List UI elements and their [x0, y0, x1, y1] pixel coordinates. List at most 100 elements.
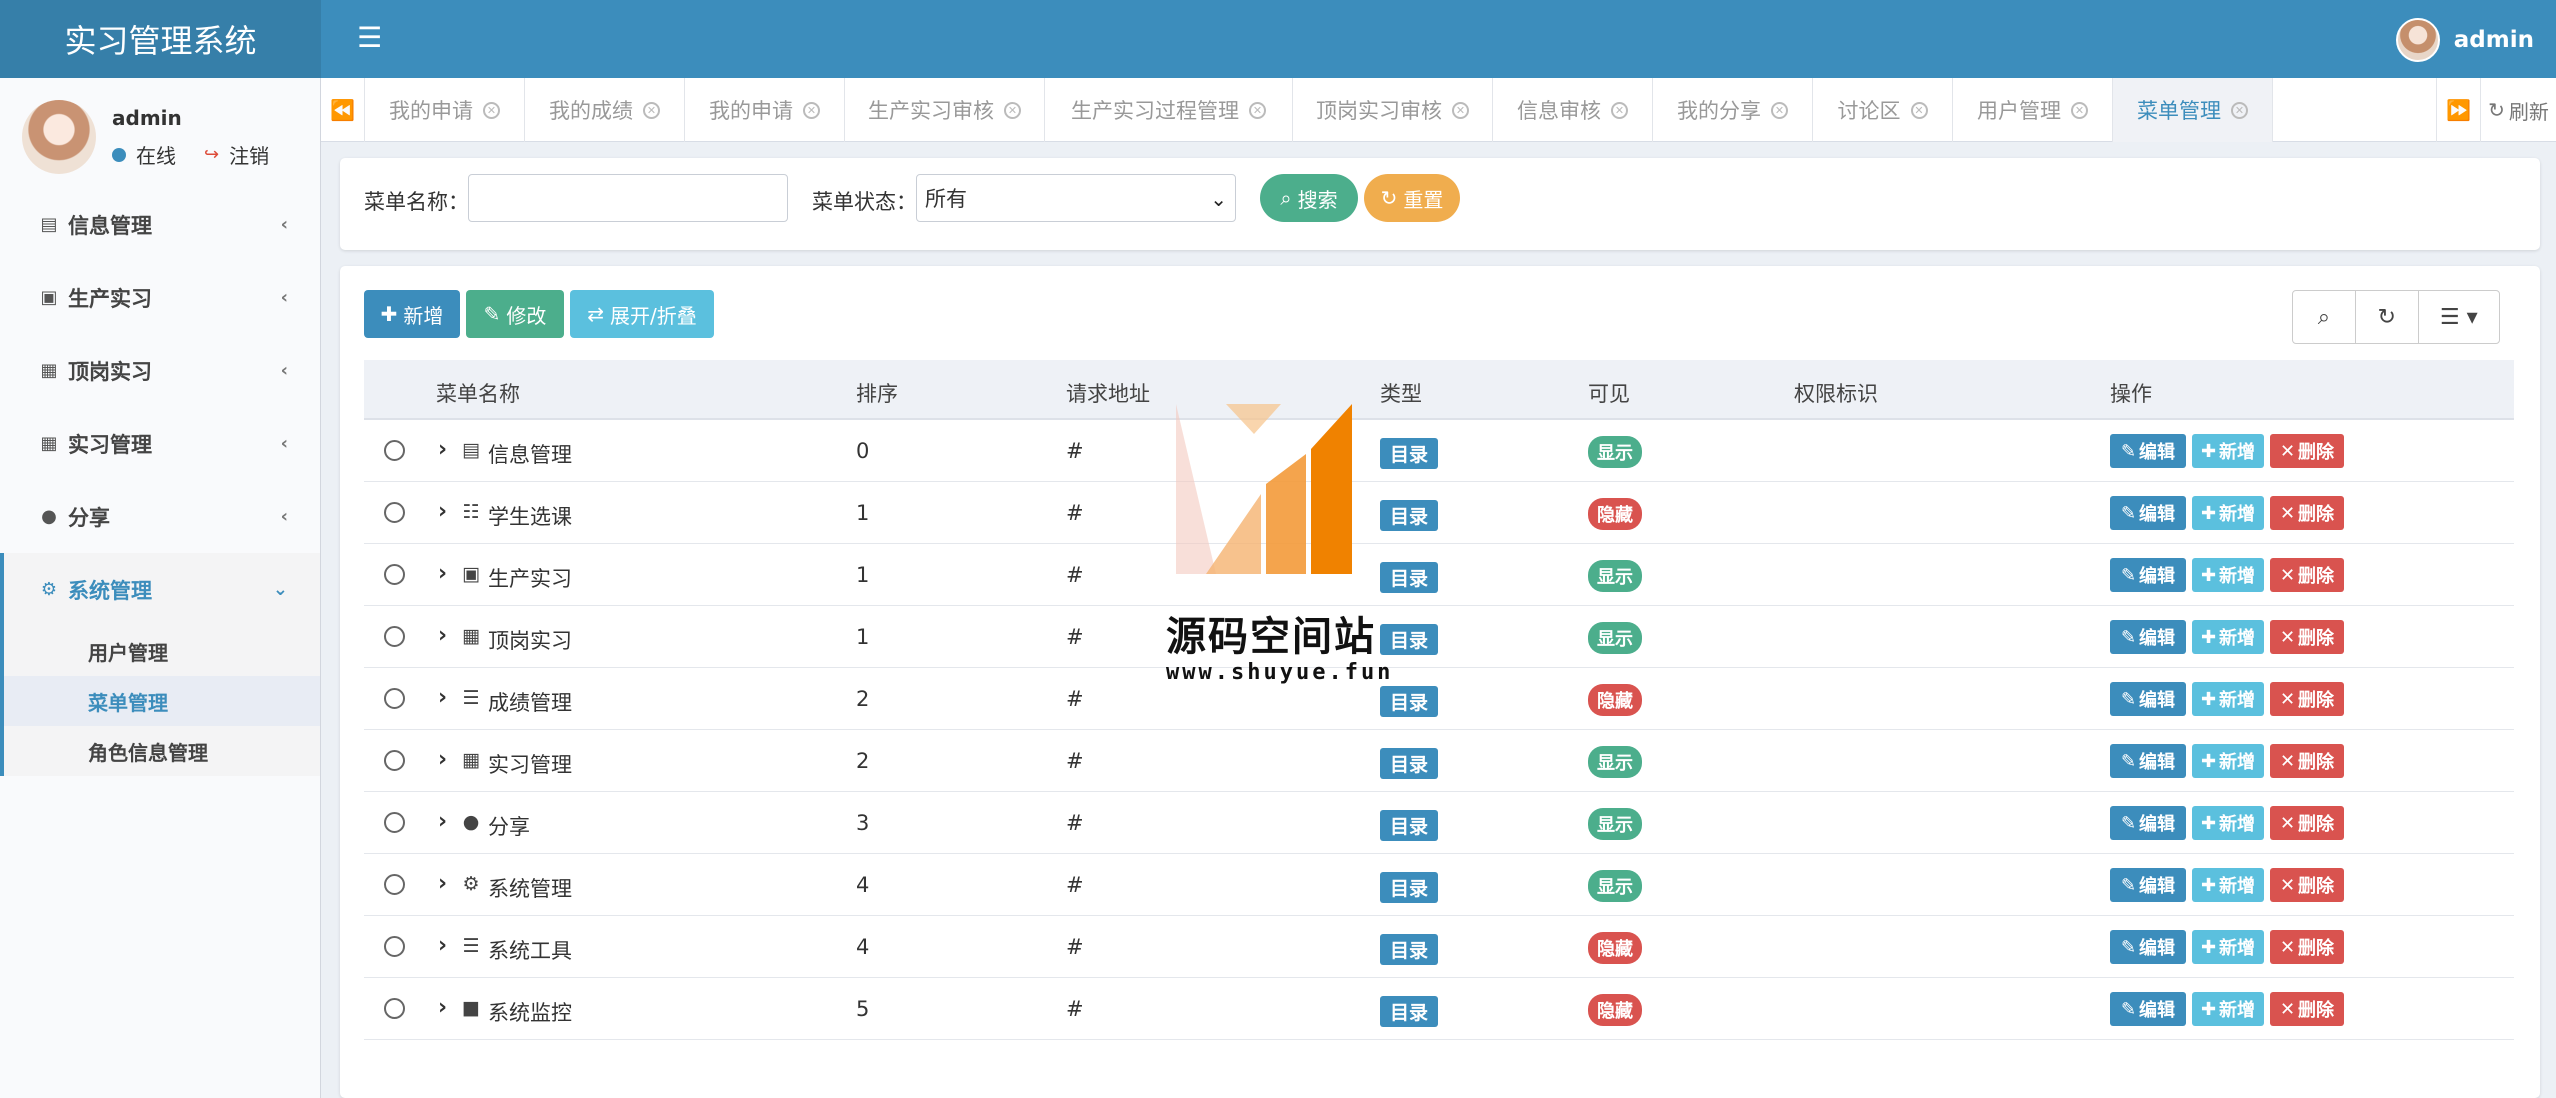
tab-production-process[interactable]: 生产实习过程管理 ✕: [1045, 78, 1293, 142]
tab-my-apply-2[interactable]: 我的申请 ✕: [685, 78, 845, 142]
row-add-button[interactable]: ✚ 新增: [2192, 806, 2264, 840]
close-icon[interactable]: ✕: [1771, 101, 1788, 119]
row-edit-button[interactable]: ✎ 编辑: [2110, 992, 2186, 1026]
row-select-radio[interactable]: [384, 688, 405, 709]
tab-my-grades[interactable]: 我的成绩 ✕: [525, 78, 685, 142]
row-select-radio[interactable]: [384, 626, 405, 647]
table-row[interactable]: › ☰ 系统工具 4 # 目录 隐藏 ✎ 编辑 ✚ 新增 ✕ 删除: [364, 916, 2514, 978]
row-delete-button[interactable]: ✕ 删除: [2270, 682, 2344, 716]
row-add-button[interactable]: ✚ 新增: [2192, 496, 2264, 530]
row-add-button[interactable]: ✚ 新增: [2192, 620, 2264, 654]
menu-status-select[interactable]: 所有 ⌄: [916, 174, 1236, 222]
close-icon[interactable]: ✕: [2071, 101, 2088, 119]
table-row[interactable]: › ▦ 实习管理 2 # 目录 显示 ✎ 编辑 ✚ 新增 ✕ 删除: [364, 730, 2514, 792]
reset-button[interactable]: ↻ 重置: [1364, 174, 1460, 222]
sidebar-subitem-users[interactable]: 用户管理: [4, 626, 320, 676]
table-row[interactable]: › ⚙ 系统管理 4 # 目录 显示 ✎ 编辑 ✚ 新增 ✕ 删除: [364, 854, 2514, 916]
tabs-scroll-right-icon[interactable]: ⏩: [2436, 78, 2480, 142]
logout-link[interactable]: 注销: [229, 140, 269, 169]
tab-production-review[interactable]: 生产实习审核 ✕: [845, 78, 1045, 142]
row-add-button[interactable]: ✚ 新增: [2192, 992, 2264, 1026]
sidebar-item-system[interactable]: ⚙ 系统管理 ⌄: [0, 553, 320, 626]
row-delete-button[interactable]: ✕ 删除: [2270, 992, 2344, 1026]
table-row[interactable]: › ☰ 成绩管理 2 # 目录 隐藏 ✎ 编辑 ✚ 新增 ✕ 删除: [364, 668, 2514, 730]
tab-user-manage[interactable]: 用户管理 ✕: [1953, 78, 2113, 142]
row-delete-button[interactable]: ✕ 删除: [2270, 930, 2344, 964]
expand-collapse-button[interactable]: ⇄ 展开/折叠: [570, 290, 714, 338]
columns-list-icon[interactable]: ☰ ▾: [2419, 291, 2499, 343]
top-user-menu[interactable]: admin: [2395, 18, 2534, 62]
col-perm[interactable]: 权限标识: [1794, 378, 1878, 408]
tab-internship-review[interactable]: 顶岗实习审核 ✕: [1293, 78, 1493, 142]
sidebar-item-practice[interactable]: ▦ 实习管理 ‹: [0, 407, 320, 480]
col-visible[interactable]: 可见: [1588, 378, 1630, 408]
row-select-radio[interactable]: [384, 936, 405, 957]
chevron-right-icon[interactable]: ›: [438, 809, 447, 834]
row-select-radio[interactable]: [384, 812, 405, 833]
refresh-tab-button[interactable]: ↻ 刷新: [2480, 78, 2556, 142]
close-icon[interactable]: ✕: [1611, 101, 1628, 119]
row-add-button[interactable]: ✚ 新增: [2192, 558, 2264, 592]
col-url[interactable]: 请求地址: [1066, 378, 1150, 408]
tab-my-share[interactable]: 我的分享 ✕: [1653, 78, 1813, 142]
chevron-right-icon[interactable]: ›: [438, 685, 447, 710]
row-delete-button[interactable]: ✕ 删除: [2270, 620, 2344, 654]
sidebar-item-internship[interactable]: ▦ 顶岗实习 ‹: [0, 334, 320, 407]
menu-name-input[interactable]: [468, 174, 788, 222]
chevron-right-icon[interactable]: ›: [438, 437, 447, 462]
col-order[interactable]: 排序: [856, 378, 898, 408]
close-icon[interactable]: ✕: [1910, 101, 1928, 119]
table-refresh-icon[interactable]: ↻: [2356, 291, 2419, 343]
chevron-right-icon[interactable]: ›: [438, 623, 447, 648]
table-row[interactable]: › ■ 系统监控 5 # 目录 隐藏 ✎ 编辑 ✚ 新增 ✕ 删除: [364, 978, 2514, 1040]
table-row[interactable]: › ☷ 学生选课 1 # 目录 隐藏 ✎ 编辑 ✚ 新增 ✕ 删除: [364, 482, 2514, 544]
sidebar-item-share[interactable]: ● 分享 ‹: [0, 480, 320, 553]
sidebar-item-production[interactable]: ▣ 生产实习 ‹: [0, 261, 320, 334]
row-delete-button[interactable]: ✕ 删除: [2270, 806, 2344, 840]
row-delete-button[interactable]: ✕ 删除: [2270, 434, 2344, 468]
tab-menu-manage[interactable]: 菜单管理 ✕: [2113, 78, 2273, 142]
row-select-radio[interactable]: [384, 750, 405, 771]
chevron-right-icon[interactable]: ›: [438, 933, 447, 958]
close-icon[interactable]: ✕: [2231, 101, 2248, 119]
search-button[interactable]: ⌕ 搜索: [1260, 174, 1358, 222]
sidebar-subitem-menus[interactable]: 菜单管理: [4, 676, 320, 726]
row-delete-button[interactable]: ✕ 删除: [2270, 744, 2344, 778]
row-delete-button[interactable]: ✕ 删除: [2270, 558, 2344, 592]
close-icon[interactable]: ✕: [1249, 101, 1266, 119]
table-search-icon[interactable]: ⌕: [2293, 291, 2356, 343]
sidebar-toggle-icon[interactable]: ☰: [357, 24, 382, 52]
row-edit-button[interactable]: ✎ 编辑: [2110, 496, 2186, 530]
sidebar-item-info[interactable]: ▤ 信息管理 ‹: [0, 188, 320, 261]
tab-discussion[interactable]: 讨论区 ✕: [1813, 78, 1953, 142]
app-logo-title[interactable]: 实习管理系统: [0, 0, 321, 78]
row-select-radio[interactable]: [384, 502, 405, 523]
chevron-right-icon[interactable]: ›: [438, 995, 447, 1020]
table-row[interactable]: › ▣ 生产实习 1 # 目录 显示 ✎ 编辑 ✚ 新增 ✕ 删除: [364, 544, 2514, 606]
close-icon[interactable]: ✕: [1452, 101, 1469, 119]
row-add-button[interactable]: ✚ 新增: [2192, 744, 2264, 778]
row-edit-button[interactable]: ✎ 编辑: [2110, 682, 2186, 716]
edit-menu-button[interactable]: ✎ 修改: [466, 290, 564, 338]
row-select-radio[interactable]: [384, 998, 405, 1019]
row-edit-button[interactable]: ✎ 编辑: [2110, 806, 2186, 840]
row-add-button[interactable]: ✚ 新增: [2192, 930, 2264, 964]
row-delete-button[interactable]: ✕ 删除: [2270, 496, 2344, 530]
row-edit-button[interactable]: ✎ 编辑: [2110, 620, 2186, 654]
close-icon[interactable]: ✕: [483, 101, 500, 119]
row-edit-button[interactable]: ✎ 编辑: [2110, 744, 2186, 778]
close-icon[interactable]: ✕: [1004, 101, 1021, 119]
row-edit-button[interactable]: ✎ 编辑: [2110, 868, 2186, 902]
row-add-button[interactable]: ✚ 新增: [2192, 434, 2264, 468]
row-select-radio[interactable]: [384, 874, 405, 895]
chevron-right-icon[interactable]: ›: [438, 499, 447, 524]
row-edit-button[interactable]: ✎ 编辑: [2110, 930, 2186, 964]
row-delete-button[interactable]: ✕ 删除: [2270, 868, 2344, 902]
tabs-scroll-left-icon[interactable]: ⏪: [321, 78, 365, 142]
table-row[interactable]: › ▤ 信息管理 0 # 目录 显示 ✎ 编辑 ✚ 新增 ✕ 删除: [364, 420, 2514, 482]
table-row[interactable]: › ● 分享 3 # 目录 显示 ✎ 编辑 ✚ 新增 ✕ 删除: [364, 792, 2514, 854]
chevron-right-icon[interactable]: ›: [438, 747, 447, 772]
add-menu-button[interactable]: ✚ 新增: [364, 290, 460, 338]
row-select-radio[interactable]: [384, 564, 405, 585]
row-add-button[interactable]: ✚ 新增: [2192, 682, 2264, 716]
